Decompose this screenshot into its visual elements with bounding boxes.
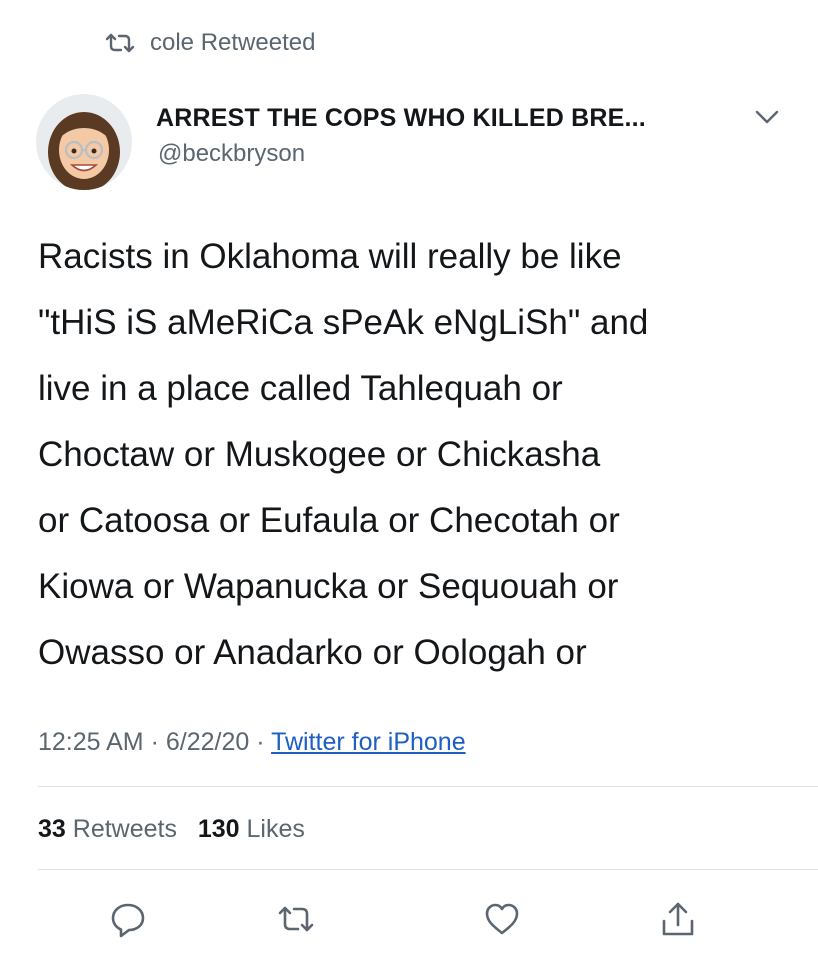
author-handle[interactable]: @beckbryson (158, 140, 305, 168)
tweet-line: "tHiS iS aMeRiCa sPeAk eNgLiSh" and (38, 303, 649, 342)
author-display-name[interactable]: ARREST THE COPS WHO KILLED BRE... (156, 104, 646, 133)
divider (38, 786, 818, 787)
avatar[interactable] (36, 94, 132, 190)
retweets-label[interactable]: Retweets (73, 815, 177, 843)
chevron-down-icon[interactable] (754, 108, 780, 126)
like-button[interactable] (480, 897, 524, 941)
memoji-avatar-icon (48, 112, 120, 190)
retweet-context-text: cole Retweeted (150, 29, 316, 56)
tweet-date: 6/22/20 (165, 728, 250, 756)
meta-separator: · (150, 728, 159, 756)
tweet-time: 12:25 AM (38, 728, 144, 756)
tweet-line: or Catoosa or Eufaula or Checotah or (38, 501, 620, 540)
like-icon (485, 903, 519, 935)
tweet-meta: 12:25 AM · 6/22/20 · Twitter for iPhone (38, 728, 466, 757)
likes-count[interactable]: 130 (198, 815, 240, 843)
retweet-button[interactable] (274, 897, 318, 941)
retweet-icon (278, 906, 314, 932)
retweets-count[interactable]: 33 (38, 815, 66, 843)
tweet-line: Kiowa or Wapanucka or Sequouah or (38, 567, 619, 606)
reply-button[interactable] (106, 897, 150, 941)
reply-icon (111, 903, 145, 938)
tweet-line: Choctaw or Muskogee or Chickasha (38, 435, 601, 474)
tweet-text: Racists in Oklahoma will really be like … (38, 224, 798, 686)
divider (38, 869, 818, 870)
tweet-stats: 33 Retweets 130 Likes (38, 815, 305, 844)
share-icon (662, 902, 694, 936)
tweet-line: Owasso or Anadarko or Oologah or (38, 633, 587, 672)
likes-label[interactable]: Likes (247, 815, 305, 843)
retweet-icon (105, 33, 135, 53)
tweet-source-link[interactable]: Twitter for iPhone (271, 728, 466, 756)
retweet-context: cole Retweeted (104, 26, 315, 60)
share-button[interactable] (656, 897, 700, 941)
meta-separator: · (256, 728, 265, 756)
tweet-line: Racists in Oklahoma will really be like (38, 237, 622, 276)
tweet-line: live in a place called Tahlequah or (38, 369, 563, 408)
